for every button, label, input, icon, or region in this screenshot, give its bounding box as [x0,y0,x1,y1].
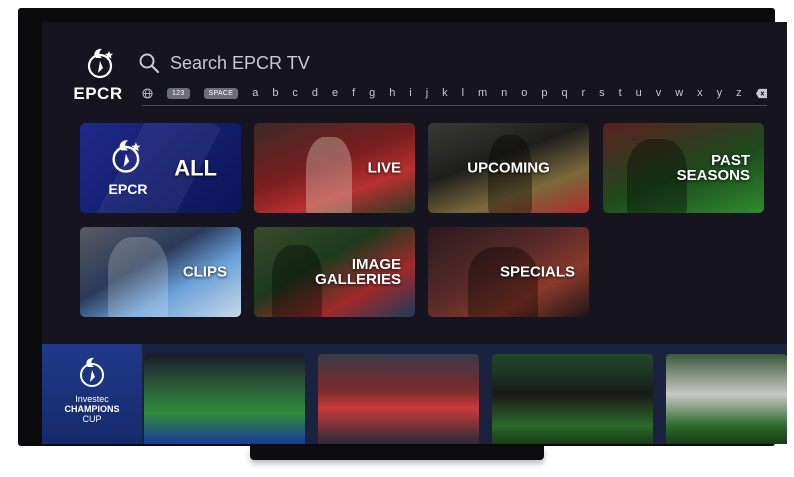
key-s[interactable]: s [599,87,605,99]
champions-line-3: CUP [82,414,102,424]
key-y[interactable]: y [717,87,723,99]
champions-cup-icon [80,357,104,387]
key-b[interactable]: b [272,87,278,99]
key-k[interactable]: k [442,87,448,99]
search-icon [139,53,160,74]
key-q[interactable]: q [561,87,567,99]
tile-label-line-1: PAST [711,152,750,169]
key-x[interactable]: x [697,87,703,99]
tv-frame: EPCR 123 SPACE a b c d e f g [18,8,787,446]
keyboard-divider [142,105,767,106]
featured-thumbnail[interactable] [666,354,787,444]
key-h[interactable]: h [389,87,395,99]
featured-thumbnail[interactable] [144,354,305,444]
category-tile-live[interactable]: LIVE [254,123,415,213]
tile-label-line-2: GALLERIES [315,271,401,288]
key-e[interactable]: e [332,87,338,99]
onscreen-keyboard: 123 SPACE a b c d e f g h i j k l m n o … [142,84,767,102]
tile-label: CLIPS [182,263,227,281]
globe-icon[interactable] [142,87,153,99]
search-bar[interactable] [138,48,570,78]
key-i[interactable]: i [409,87,411,99]
champions-cup-logo[interactable]: Investec CHAMPIONS CUP [42,344,142,444]
tile-label: UPCOMING [467,159,550,177]
featured-banner: Investec CHAMPIONS CUP [42,344,787,444]
tile-label-line-1: IMAGE [351,256,401,273]
key-u[interactable]: u [636,87,642,99]
search-input[interactable] [170,52,570,74]
tv-screen: EPCR 123 SPACE a b c d e f g [42,22,787,444]
key-m[interactable]: m [478,87,487,99]
key-space[interactable]: SPACE [203,87,239,99]
key-p[interactable]: p [541,87,547,99]
key-o[interactable]: o [521,87,527,99]
epcr-logo-icon [87,48,113,79]
key-v[interactable]: v [656,87,662,99]
key-f[interactable]: f [352,87,355,99]
tv-stand [250,446,544,460]
key-r[interactable]: r [582,87,586,99]
tile-logo-text: EPCR [108,181,148,197]
key-g[interactable]: g [369,87,375,99]
tile-label: PAST SEASONS [603,153,764,183]
category-tile-clips[interactable]: CLIPS [80,227,241,317]
key-123[interactable]: 123 [166,87,190,99]
tile-label: SPECIALS [499,263,575,281]
key-t[interactable]: t [619,87,622,99]
backspace-icon[interactable] [755,88,767,99]
category-tile-all[interactable]: EPCR ALL [80,123,241,213]
key-w[interactable]: w [675,87,683,99]
category-tile-specials[interactable]: SPECIALS [428,227,589,317]
epcr-logo: EPCR [62,44,134,110]
key-a[interactable]: a [252,87,258,99]
player-image [468,247,538,317]
category-tile-past-seasons[interactable]: PAST SEASONS [603,123,764,213]
key-z[interactable]: z [736,87,742,99]
champions-line-1: Investec [75,394,109,404]
key-l[interactable]: l [462,87,464,99]
key-d[interactable]: d [312,87,318,99]
key-c[interactable]: c [292,87,298,99]
category-tile-image-galleries[interactable]: IMAGE GALLERIES [254,227,415,317]
category-tile-upcoming[interactable]: UPCOMING [428,123,589,213]
tile-label: ALL [174,155,217,181]
featured-thumbnail[interactable] [492,354,653,444]
epcr-logo-text: EPCR [73,84,123,103]
tile-label: LIVE [367,159,401,177]
champions-line-2: CHAMPIONS [64,404,120,414]
key-n[interactable]: n [501,87,507,99]
featured-thumbnail[interactable] [318,354,479,444]
tile-label-line-2: SEASONS [676,167,750,184]
tile-label: IMAGE GALLERIES [254,257,415,287]
key-j[interactable]: j [426,87,428,99]
